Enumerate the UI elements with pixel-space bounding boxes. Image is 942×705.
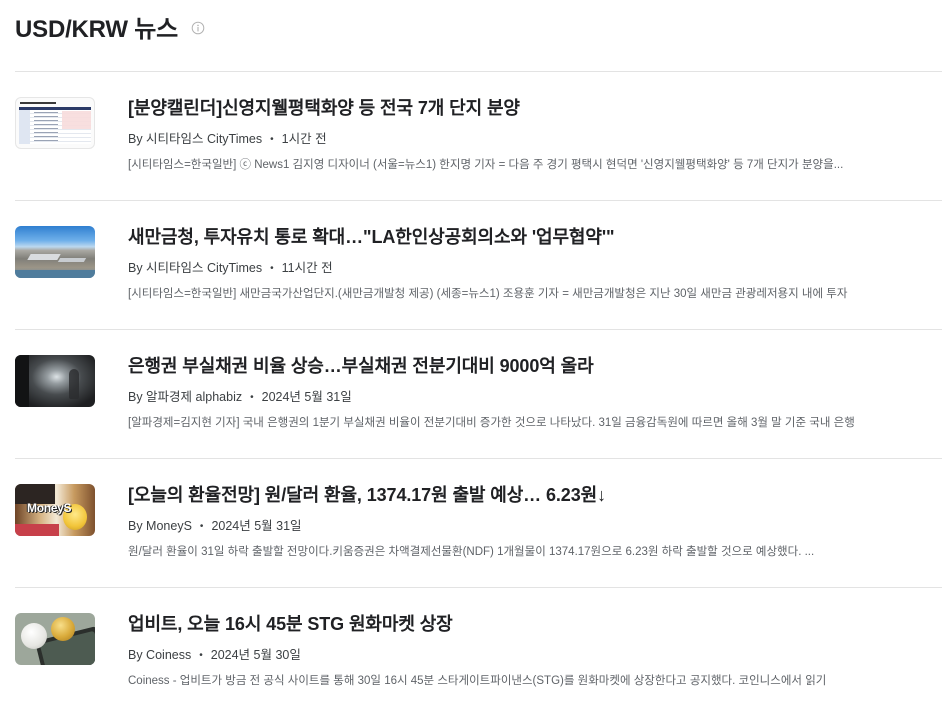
news-time: 11시간 전 bbox=[281, 261, 333, 275]
thumbnail-shape bbox=[15, 355, 29, 407]
news-source: By 시티타임스 CityTimes bbox=[128, 261, 263, 275]
meta-separator: • bbox=[199, 521, 204, 532]
coin-shape bbox=[51, 617, 75, 641]
news-meta: By 알파경제 alphabiz • 2024년 5월 31일 bbox=[128, 388, 942, 407]
news-source: By MoneyS bbox=[128, 519, 192, 533]
meta-separator: • bbox=[199, 650, 203, 661]
news-time: 1시간 전 bbox=[281, 132, 327, 146]
thumbnail-shape bbox=[69, 369, 79, 399]
moneys-logo-text: MoneyS bbox=[27, 501, 72, 515]
news-title[interactable]: [오늘의 환율전망] 원/달러 환율, 1374.17원 출발 예상… 6.23… bbox=[128, 483, 942, 507]
thumbnail-shape bbox=[34, 112, 58, 142]
news-list: [분양캘린더]신영지웰평택화양 등 전국 7개 단지 분양 By 시티타임스 C… bbox=[15, 71, 942, 705]
news-snippet: [알파경제=김지현 기자] 국내 은행권의 1분기 부실채권 비율이 전분기대비… bbox=[128, 417, 855, 429]
news-snippet: 원/달러 환율이 31일 하락 출발할 전망이다.키움증권은 차액결제선물환(N… bbox=[128, 546, 815, 558]
news-source: By 시티타임스 CityTimes bbox=[128, 132, 263, 146]
thumbnail-shape bbox=[19, 110, 30, 144]
coin-shape bbox=[21, 623, 47, 649]
thumbnail-shape bbox=[62, 111, 91, 129]
news-item[interactable]: 새만금청, 투자유치 통로 확대…"LA한인상공회의소와 '업무협약'" By … bbox=[15, 200, 942, 329]
news-meta: By Coiness • 2024년 5월 30일 bbox=[128, 646, 942, 665]
thumbnail-shape bbox=[27, 254, 61, 260]
news-item[interactable]: 업비트, 오늘 16시 45분 STG 원화마켓 상장 By Coiness • 2… bbox=[15, 587, 942, 705]
news-time: 2024년 5월 31일 bbox=[261, 390, 352, 404]
news-title[interactable]: 새만금청, 투자유치 통로 확대…"LA한인상공회의소와 '업무협약'" bbox=[128, 225, 942, 249]
meta-separator: • bbox=[250, 392, 254, 403]
thumbnail-shape bbox=[15, 524, 59, 536]
news-time: 2024년 5월 31일 bbox=[211, 519, 302, 533]
news-meta: By 시티타임스 CityTimes • 1시간 전 bbox=[128, 130, 942, 149]
news-source: By Coiness bbox=[128, 648, 192, 662]
news-title[interactable]: [분양캘린더]신영지웰평택화양 등 전국 7개 단지 분양 bbox=[128, 96, 942, 120]
news-title[interactable]: 은행권 부실채권 비율 상승…부실채권 전분기대비 9000억 올라 bbox=[128, 354, 942, 378]
news-meta: By 시티타임스 CityTimes • 11시간 전 bbox=[128, 259, 942, 278]
news-item[interactable]: 은행권 부실채권 비율 상승…부실채권 전분기대비 9000억 올라 By 알파… bbox=[15, 329, 942, 458]
thumbnail-shape bbox=[15, 270, 95, 278]
meta-separator: • bbox=[270, 263, 274, 274]
news-thumbnail[interactable] bbox=[15, 613, 95, 665]
thumbnail-shape bbox=[20, 102, 56, 104]
news-source: By 알파경제 alphabiz bbox=[128, 390, 243, 404]
thumbnail-shape bbox=[57, 258, 87, 262]
news-title[interactable]: 업비트, 오늘 16시 45분 STG 원화마켓 상장 bbox=[128, 612, 942, 636]
news-item[interactable]: [분양캘린더]신영지웰평택화양 등 전국 7개 단지 분양 By 시티타임스 C… bbox=[15, 71, 942, 200]
news-meta: By MoneyS • 2024년 5월 31일 bbox=[128, 517, 942, 536]
info-icon[interactable] bbox=[191, 21, 205, 35]
news-item[interactable]: MoneyS [오늘의 환율전망] 원/달러 환율, 1374.17원 출발 예… bbox=[15, 458, 942, 587]
news-thumbnail[interactable] bbox=[15, 226, 95, 278]
news-snippet: [시티타임스=한국일반] 새만금국가산업단지.(새만금개발청 제공) (세종=뉴… bbox=[128, 288, 848, 300]
news-snippet: Coiness - 업비트가 방금 전 공식 사이트를 통해 30일 16시 4… bbox=[128, 675, 827, 687]
news-thumbnail[interactable] bbox=[15, 355, 95, 407]
news-thumbnail[interactable]: MoneyS bbox=[15, 484, 95, 536]
news-thumbnail[interactable] bbox=[15, 97, 95, 149]
page-title: USD/KRW 뉴스 bbox=[15, 16, 179, 43]
news-snippet: [시티타임스=한국일반] ⓒ News1 김지영 디자이너 (서울=뉴스1) 한… bbox=[128, 159, 844, 171]
meta-separator: • bbox=[270, 134, 274, 145]
news-time: 2024년 5월 30일 bbox=[210, 648, 301, 662]
